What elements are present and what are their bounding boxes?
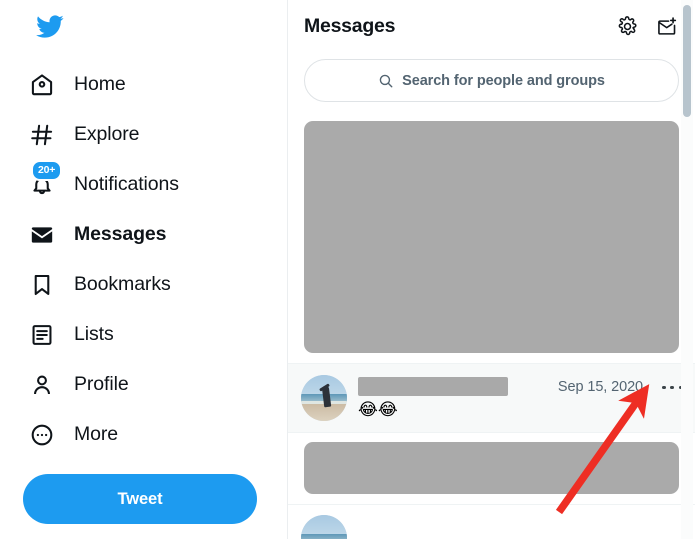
table-row[interactable]: Sep 15, 2020 😂😂 (288, 364, 695, 434)
sidebar-item-profile[interactable]: Profile (22, 360, 287, 410)
redacted-content-block (304, 121, 679, 353)
envelope-icon (28, 221, 56, 249)
scrollbar-thumb[interactable] (683, 5, 691, 117)
left-sidebar: Home Explore 20+ Notifications Messages … (0, 0, 288, 539)
twitter-home-logo-button[interactable] (28, 8, 70, 50)
sidebar-item-label: Lists (74, 323, 114, 346)
dot (670, 385, 674, 390)
sidebar-nav: Home Explore 20+ Notifications Messages … (22, 60, 287, 460)
redacted-name (358, 377, 508, 396)
avatar-sea (301, 534, 347, 539)
messages-panel: Messages Search for people and groups Se… (288, 0, 695, 539)
sidebar-item-label: Profile (74, 373, 129, 396)
avatar[interactable] (301, 375, 347, 421)
logo-row (22, 0, 287, 58)
twitter-messages-app: Home Explore 20+ Notifications Messages … (0, 0, 695, 539)
bookmark-icon (28, 271, 56, 299)
avatar-sky (301, 515, 347, 535)
more-circle-icon (28, 421, 56, 449)
sidebar-item-more[interactable]: More (22, 410, 287, 460)
sidebar-item-lists[interactable]: Lists (22, 310, 287, 360)
page-title: Messages (304, 15, 396, 37)
sidebar-item-bookmarks[interactable]: Bookmarks (22, 260, 287, 310)
sidebar-item-label: Bookmarks (74, 273, 171, 296)
person-icon (28, 371, 56, 399)
search-placeholder: Search for people and groups (402, 72, 605, 89)
search-input[interactable]: Search for people and groups (304, 59, 679, 102)
hashtag-icon (28, 121, 56, 149)
message-body: Sep 15, 2020 😂😂 (358, 375, 682, 421)
redacted-content-block (304, 442, 679, 495)
vertical-scrollbar[interactable] (681, 0, 693, 539)
search-wrapper: Search for people and groups (288, 53, 695, 112)
tweet-button[interactable]: Tweet (23, 474, 257, 524)
list-icon (28, 321, 56, 349)
sidebar-item-messages[interactable]: Messages (22, 210, 287, 260)
twitter-bird-logo-icon (35, 12, 64, 46)
header-actions (616, 16, 678, 38)
notifications-badge: 20+ (31, 160, 63, 181)
sidebar-item-label: More (74, 423, 119, 446)
new-message-envelope-icon[interactable] (656, 16, 678, 38)
message-top-line: Sep 15, 2020 (358, 377, 682, 396)
sidebar-item-home[interactable]: Home (22, 60, 287, 110)
search-icon (378, 73, 394, 89)
sidebar-item-label: Home (74, 73, 126, 96)
bell-icon: 20+ (28, 160, 63, 199)
list-item[interactable] (288, 112, 695, 364)
list-item[interactable] (288, 433, 695, 506)
dot (662, 385, 666, 390)
message-timestamp: Sep 15, 2020 (557, 378, 643, 395)
conversation-list: Sep 15, 2020 😂😂 (288, 112, 695, 539)
more-horizontal-icon[interactable] (662, 384, 682, 390)
sidebar-item-label: Explore (74, 123, 140, 146)
messages-header: Messages (288, 0, 695, 53)
message-preview: 😂😂 (358, 400, 398, 420)
gear-icon[interactable] (616, 16, 638, 38)
sidebar-item-label: Messages (74, 223, 167, 246)
sidebar-item-notifications[interactable]: 20+ Notifications (22, 160, 287, 210)
sidebar-item-label: Notifications (74, 173, 179, 196)
avatar[interactable] (301, 515, 347, 539)
list-item-partial[interactable] (288, 505, 695, 539)
home-icon (28, 71, 56, 99)
sidebar-item-explore[interactable]: Explore (22, 110, 287, 160)
